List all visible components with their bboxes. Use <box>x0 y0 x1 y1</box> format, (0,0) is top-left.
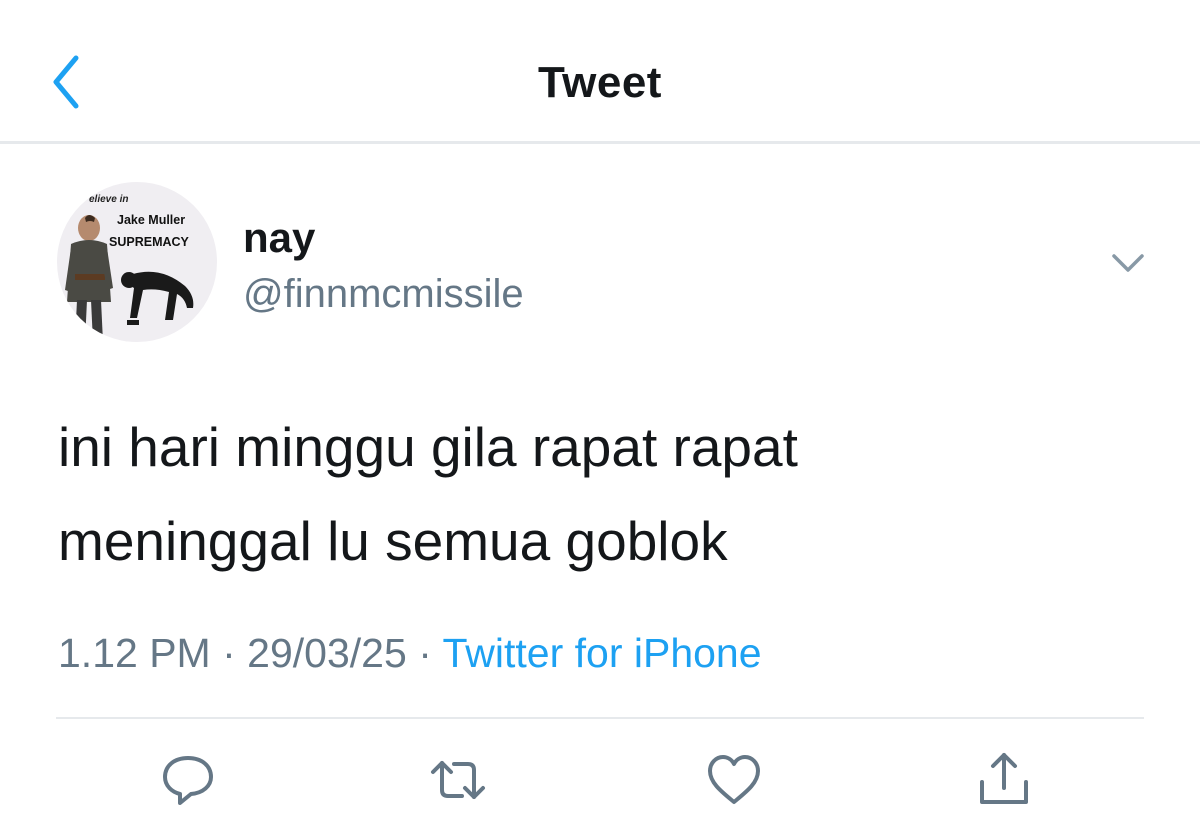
tweet-time: 1.12 PM <box>58 630 211 676</box>
avatar-text-main: SUPREMACY <box>109 235 190 249</box>
reply-icon <box>163 756 213 805</box>
page-title: Tweet <box>538 58 662 107</box>
like-button[interactable] <box>704 750 764 810</box>
user-handle[interactable]: @finnmcmissile <box>243 272 524 317</box>
avatar-image: elieve in Jake Muller SUPREMACY <box>57 182 217 342</box>
meta-separator: · <box>418 630 432 676</box>
retweet-button[interactable] <box>428 750 488 810</box>
tweet-text: ini hari minggu gila rapat rapat meningg… <box>58 400 1138 588</box>
reply-button[interactable] <box>158 750 218 810</box>
meta-separator: · <box>222 630 236 676</box>
avatar-text-top: elieve in <box>89 194 128 205</box>
top-nav-bar: Tweet <box>0 0 1200 144</box>
tweet-text-line: meninggal lu semua goblok <box>58 510 728 572</box>
display-name[interactable]: nay <box>243 214 315 262</box>
tweet-text-line: ini hari minggu gila rapat rapat <box>58 416 798 478</box>
tweet-source-link[interactable]: Twitter for iPhone <box>443 630 762 676</box>
avatar-text-name: Jake Muller <box>117 213 185 227</box>
like-icon <box>708 755 760 804</box>
avatar[interactable]: elieve in Jake Muller SUPREMACY <box>57 182 217 342</box>
retweet-icon <box>431 761 485 799</box>
tweet-options-button[interactable] <box>1110 250 1146 276</box>
divider <box>56 717 1144 719</box>
share-icon <box>980 753 1028 804</box>
tweet-meta: 1.12 PM · 29/03/25 · Twitter for iPhone <box>58 630 762 677</box>
share-button[interactable] <box>974 750 1034 810</box>
chevron-down-icon <box>1112 254 1144 272</box>
tweet-date: 29/03/25 <box>247 630 407 676</box>
